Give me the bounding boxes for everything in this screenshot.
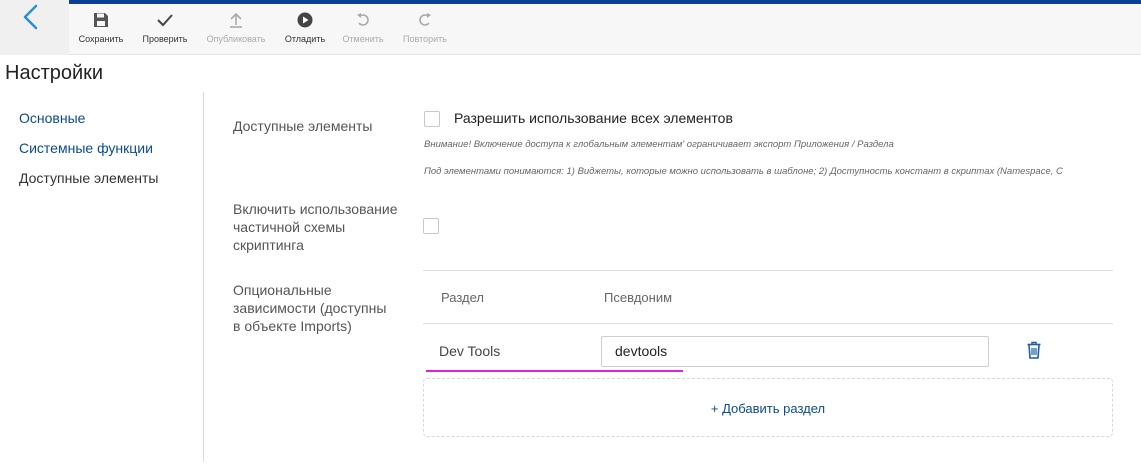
dependency-alias-input[interactable]: devtools: [601, 336, 989, 367]
check-icon: [157, 14, 173, 27]
warning-note: Внимание! Включение доступа к глобальным…: [424, 139, 894, 150]
toolbar-accent-line: [69, 0, 1141, 4]
partial-scripting-label-line2: частичной схемы: [233, 219, 346, 235]
redo-label: Повторить: [403, 34, 447, 44]
elements-description-note: Под элементами понимаются: 1) Виджеты, к…: [424, 166, 1063, 177]
play-icon: [297, 12, 313, 28]
table-top-border: [423, 270, 1113, 271]
publish-button[interactable]: Опубликовать: [203, 10, 269, 50]
upload-icon: [230, 12, 242, 28]
table-header-border: [423, 323, 1113, 324]
save-icon: [94, 13, 108, 27]
trash-icon[interactable]: [1026, 341, 1042, 359]
redo-icon: [419, 13, 431, 26]
debug-label: Отладить: [284, 34, 326, 44]
column-header-alias: Псевдоним: [604, 290, 673, 305]
debug-button[interactable]: Отладить: [279, 10, 331, 50]
add-section-button[interactable]: + Добавить раздел: [424, 401, 1112, 416]
undo-label: Отменить: [342, 34, 384, 44]
add-section-area[interactable]: + Добавить раздел: [423, 378, 1113, 437]
redo-button[interactable]: Повторить: [397, 10, 453, 50]
partial-scripting-label-line3: скриптинга: [233, 237, 304, 253]
partial-scripting-label-line1: Включить использование: [233, 201, 398, 217]
available-elements-label: Доступные элементы: [233, 118, 373, 134]
column-header-section: Раздел: [441, 290, 484, 305]
verify-button[interactable]: Проверить: [139, 10, 191, 50]
save-button[interactable]: Сохранить: [75, 10, 127, 50]
page-title: Настройки: [5, 62, 104, 84]
optional-deps-label: Опциональные зависимости (доступны в объ…: [233, 281, 386, 335]
allow-all-elements-label: Разрешить использование всех элементов: [454, 110, 733, 126]
undo-button[interactable]: Отменить: [337, 10, 389, 50]
chevron-left-icon: [23, 4, 38, 30]
optional-deps-label-line3: в объекте Imports): [233, 318, 352, 334]
partial-scripting-checkbox[interactable]: [423, 218, 439, 234]
verify-label: Проверить: [142, 34, 188, 44]
dependency-section-cell[interactable]: Dev Tools: [439, 343, 500, 359]
sidebar-item-system-functions[interactable]: Системные функции: [19, 140, 153, 156]
sidebar: Основные Системные функции Доступные эле…: [0, 92, 204, 462]
back-button[interactable]: [0, 0, 69, 55]
sidebar-item-available-elements[interactable]: Доступные элементы: [19, 170, 158, 186]
section-select-underline: [426, 370, 683, 372]
toolbar: Сохранить Проверить Опубликовать Отладит…: [69, 0, 1141, 55]
save-label: Сохранить: [78, 34, 124, 44]
optional-deps-label-line2: зависимости (доступны: [233, 300, 387, 316]
partial-scripting-label: Включить использование частичной схемы с…: [233, 200, 398, 254]
sidebar-item-general[interactable]: Основные: [19, 110, 85, 126]
publish-label: Опубликовать: [206, 34, 266, 44]
optional-deps-label-line1: Опциональные: [233, 282, 332, 298]
undo-icon: [357, 13, 369, 26]
allow-all-elements-checkbox[interactable]: [424, 111, 440, 127]
